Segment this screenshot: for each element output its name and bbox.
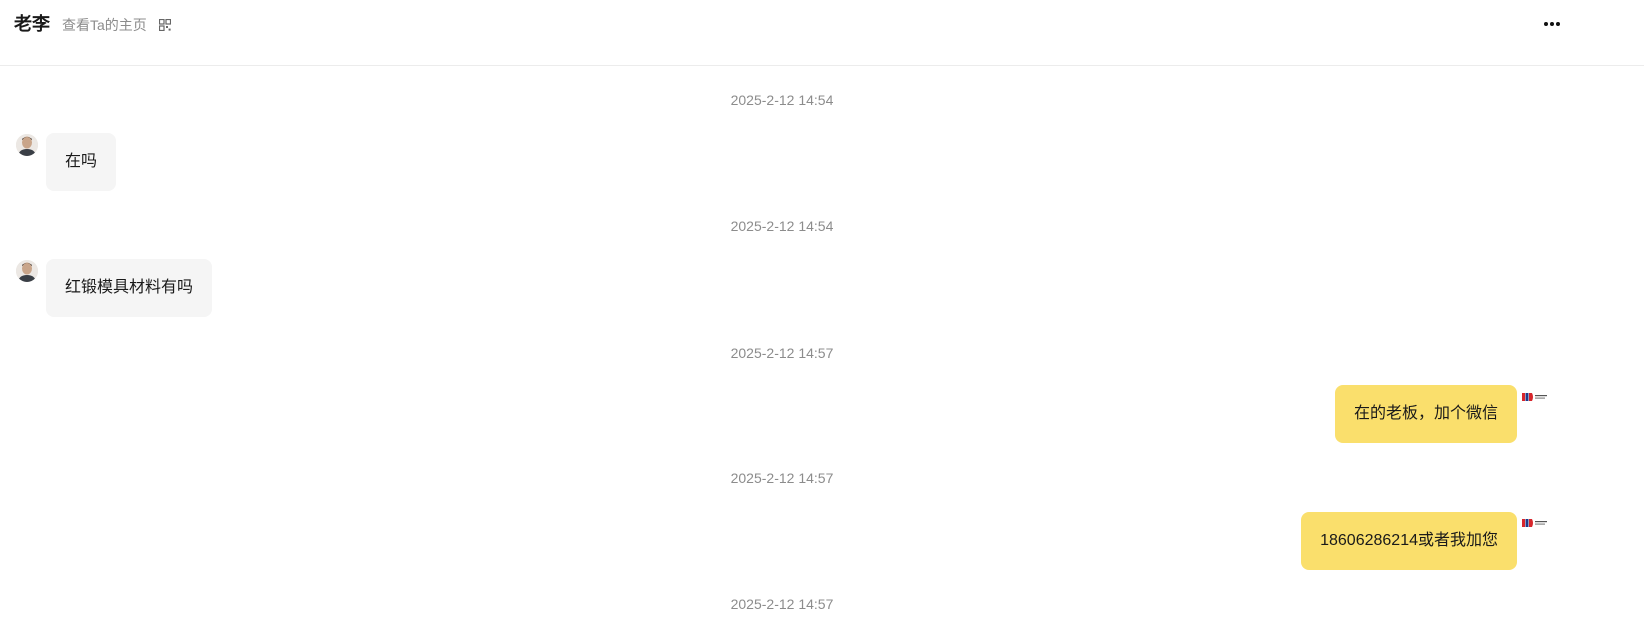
message-timestamp: 2025-2-12 14:54 (730, 92, 834, 108)
contact-name: 老李 (14, 14, 50, 34)
message-bubble-outgoing[interactable]: 18606286214或者我加您 (1301, 512, 1517, 570)
contact-avatar[interactable] (16, 134, 38, 156)
view-profile-link[interactable]: 查看Ta的主页 (62, 15, 147, 35)
message-bubble-incoming[interactable]: 红锻模具材料有吗 (46, 259, 213, 317)
message-timestamp: 2025-2-12 14:57 (730, 596, 834, 612)
message-timestamp: 2025-2-12 14:57 (730, 470, 834, 486)
chat-header: 老李 查看Ta的主页 (0, 0, 1644, 66)
more-icon[interactable] (1540, 14, 1564, 34)
contact-avatar[interactable] (16, 260, 38, 282)
brand-logo-avatar-icon[interactable] (1522, 392, 1548, 402)
message-list[interactable]: 2025-2-12 14:54 在吗 2025-2-12 14:54 红锻模具材… (0, 67, 1644, 639)
message-bubble-outgoing[interactable]: 在的老板，加个微信 (1334, 385, 1517, 443)
message-bubble-incoming[interactable]: 在吗 (46, 133, 117, 191)
brand-logo-avatar-icon[interactable] (1522, 518, 1548, 528)
person-avatar-icon (16, 260, 38, 282)
message-timestamp: 2025-2-12 14:54 (730, 218, 834, 234)
person-avatar-icon (16, 134, 38, 156)
message-timestamp: 2025-2-12 14:57 (730, 345, 834, 361)
qr-code-icon[interactable] (159, 19, 171, 31)
